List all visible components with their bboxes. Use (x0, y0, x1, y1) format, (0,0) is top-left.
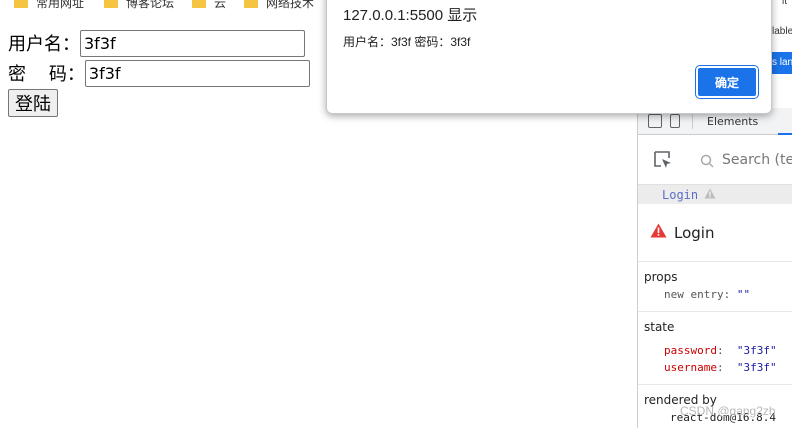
search-input[interactable]: Search (te (722, 152, 792, 168)
tab-elements[interactable]: Elements (707, 115, 758, 128)
watermark: CSDN @gang2zh (680, 404, 776, 418)
bookmark-folder[interactable]: 博客论坛 (104, 0, 174, 10)
props-section: props new entry: "" (638, 262, 792, 301)
bookmark-folder[interactable]: 网络技术 (244, 0, 314, 10)
password-label: 密 码： (8, 64, 85, 85)
state-title: state (644, 320, 675, 334)
search-icon (700, 153, 714, 168)
selected-component-header: Login (638, 204, 792, 262)
ok-button[interactable]: 确定 (695, 65, 759, 99)
state-value[interactable]: "3f3f" (737, 344, 777, 357)
username-label: 用户名： (8, 34, 80, 55)
folder-icon (244, 0, 258, 8)
tab-components-active[interactable] (778, 112, 792, 135)
props-title: props (644, 270, 678, 284)
state-section: state password: "3f3f" username: "3f3f" (638, 312, 792, 374)
folder-icon (14, 0, 28, 8)
select-element-icon[interactable] (652, 149, 674, 171)
devtools-panel: Elements Search (te Login Login props ne… (637, 108, 792, 428)
bookmark-folder[interactable]: 云 (192, 0, 226, 10)
state-row[interactable]: password: "3f3f" (664, 344, 792, 357)
infobar-text: lable (772, 26, 792, 37)
breadcrumb-item[interactable]: Login (662, 188, 698, 202)
breadcrumb: Login (638, 185, 792, 204)
folder-icon (192, 0, 206, 8)
state-row[interactable]: username: "3f3f" (664, 361, 792, 374)
toolbar-text: it (782, 0, 787, 7)
login-form: 用户名： 密 码： 登陆 (8, 29, 310, 117)
username-row: 用户名： (8, 29, 310, 57)
folder-icon (104, 0, 118, 8)
inspect-icon[interactable] (648, 114, 662, 128)
state-key: username (664, 361, 717, 374)
device-toolbar-icon[interactable] (670, 114, 680, 128)
prop-key: new entry (664, 288, 724, 301)
infobar-button[interactable]: s lan (772, 52, 792, 74)
warning-icon (704, 188, 716, 202)
warning-icon (650, 223, 667, 242)
prop-value[interactable]: "" (737, 288, 750, 301)
state-value[interactable]: "3f3f" (737, 361, 777, 374)
components-search-bar: Search (te (638, 135, 792, 185)
divider (692, 113, 693, 129)
dialog-title: 127.0.0.1:5500 显示 (343, 7, 478, 24)
password-input[interactable] (84, 59, 310, 87)
password-row: 密 码： (8, 59, 310, 87)
component-name: Login (674, 223, 715, 242)
bookmark-folder[interactable]: 常用网址 (14, 0, 84, 10)
prop-row[interactable]: new entry: "" (664, 288, 792, 301)
login-button[interactable]: 登陆 (8, 89, 58, 117)
username-input[interactable] (80, 29, 305, 57)
dialog-message: 用户名：3f3f 密码：3f3f (343, 35, 471, 49)
state-key: password (664, 344, 717, 357)
alert-dialog: 127.0.0.1:5500 显示 用户名：3f3f 密码：3f3f 确定 (326, 0, 772, 114)
